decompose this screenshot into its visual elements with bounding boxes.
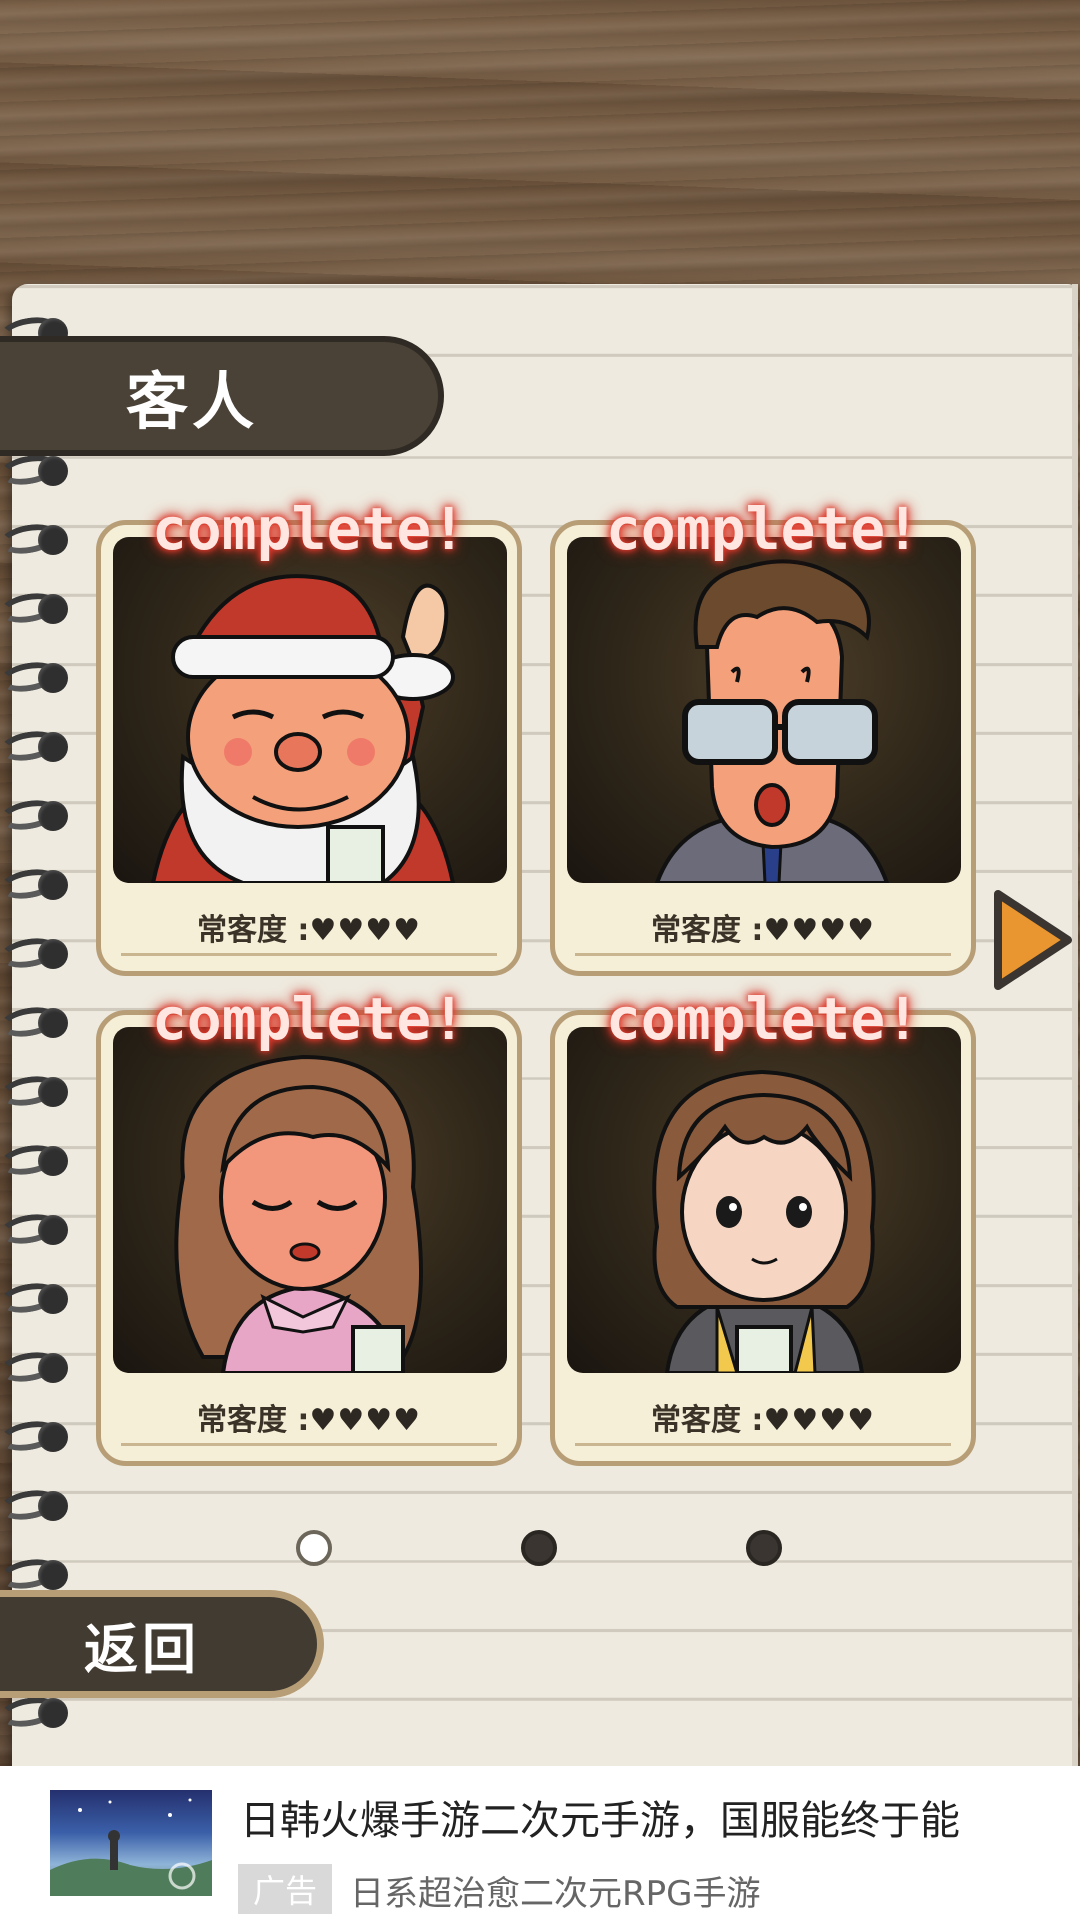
divider [575, 1443, 951, 1446]
hearts-rating: ♥♥♥♥ [763, 913, 876, 948]
regular-label: 常客度 : [650, 913, 764, 948]
spiral-ring [0, 793, 72, 837]
spiral-ring [0, 724, 72, 768]
spiral-ring [0, 586, 72, 630]
ad-title[interactable]: 日韩火爆手游二次元手游，国服能终于能 [240, 1788, 1040, 1840]
ad-banner[interactable]: 日韩火爆手游二次元手游，国服能终于能 广告 日系超治愈二次元RPG手游 [0, 1766, 1080, 1920]
page-dot-3[interactable] [746, 1530, 782, 1566]
spiral-ring [0, 1000, 72, 1044]
regular-level: 常客度 :♥♥♥♥ [555, 905, 971, 949]
regular-label: 常客度 : [650, 1403, 764, 1438]
regular-level: 常客度 :♥♥♥♥ [555, 1395, 971, 1439]
spiral-ring [0, 1207, 72, 1251]
page-title-tab: 客人 [0, 336, 444, 456]
customer-card-businessman[interactable]: complete! 常客度 :♥♥♥♥ [550, 495, 976, 976]
spiral-ring [0, 1138, 72, 1182]
complete-label: complete! [605, 495, 921, 563]
page-dot-2[interactable] [521, 1530, 557, 1566]
regular-level: 常客度 :♥♥♥♥ [101, 905, 517, 949]
customer-portrait-woman [113, 1027, 507, 1373]
divider [575, 953, 951, 956]
regular-label: 常客度 : [196, 1403, 310, 1438]
back-button[interactable]: 返回 [0, 1590, 324, 1698]
customer-portrait-girl [567, 1027, 961, 1373]
ad-badge: 广告 [238, 1864, 332, 1914]
spiral-ring [0, 655, 72, 699]
spiral-ring [0, 1414, 72, 1458]
next-page-button[interactable] [990, 888, 1074, 992]
complete-label: complete! [605, 985, 921, 1053]
ad-thumbnail[interactable] [50, 1790, 212, 1896]
hearts-rating: ♥♥♥♥ [763, 1403, 876, 1438]
spiral-ring [0, 1483, 72, 1527]
spiral-ring [0, 517, 72, 561]
page-title: 客人 [125, 365, 258, 438]
customer-portrait-businessman [567, 537, 961, 883]
customer-card-woman[interactable]: complete! 常客度 :♥♥♥♥ [96, 985, 522, 1466]
regular-level: 常客度 :♥♥♥♥ [101, 1395, 517, 1439]
divider [121, 953, 497, 956]
ad-subtitle[interactable]: 日系超治愈二次元RPG手游 [350, 1866, 760, 1915]
spiral-ring [0, 862, 72, 906]
hearts-rating: ♥♥♥♥ [309, 1403, 422, 1438]
page-dot-1[interactable] [296, 1530, 332, 1566]
customer-card-santa[interactable]: complete! 常客度 :♥♥♥♥ [96, 495, 522, 976]
play-triangle-icon [994, 890, 1072, 990]
spiral-binding [0, 310, 80, 1750]
customer-card-girl[interactable]: complete! 常客度 :♥♥♥♥ [550, 985, 976, 1466]
spiral-ring [0, 1345, 72, 1389]
divider [121, 1443, 497, 1446]
spiral-ring [0, 1069, 72, 1113]
hearts-rating: ♥♥♥♥ [309, 913, 422, 948]
spiral-ring [0, 931, 72, 975]
customer-portrait-santa [113, 537, 507, 883]
complete-label: complete! [151, 985, 467, 1053]
complete-label: complete! [151, 495, 467, 563]
back-button-label: 返回 [84, 1617, 200, 1681]
regular-label: 常客度 : [196, 913, 310, 948]
spiral-ring [0, 1276, 72, 1320]
